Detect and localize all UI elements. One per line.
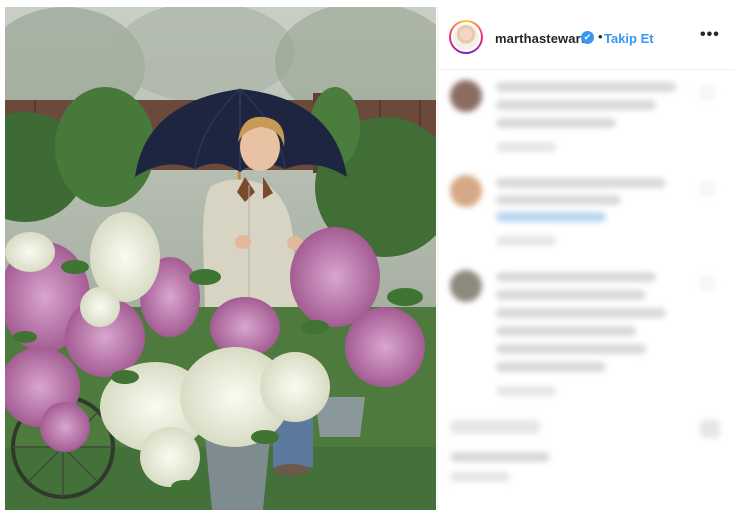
comment-placeholder <box>496 195 621 205</box>
username-link[interactable]: marthastewart <box>495 31 585 46</box>
comment-placeholder <box>496 326 636 336</box>
comment-placeholder <box>496 236 556 246</box>
comment-placeholder <box>496 290 646 300</box>
comment-avatar <box>450 80 482 112</box>
instagram-post-modal: marthastewart ✔ • Takip Et ••• <box>0 0 750 510</box>
avatar-image <box>453 24 479 50</box>
blurred-comments-area <box>438 70 734 510</box>
profile-avatar[interactable] <box>449 20 483 54</box>
like-heart-icon <box>700 276 714 290</box>
post-photo[interactable] <box>5 7 436 510</box>
post-side-panel: marthastewart ✔ • Takip Et ••• <box>437 7 734 510</box>
comment-placeholder <box>496 362 606 372</box>
date-placeholder <box>450 472 510 482</box>
separator-dot: • <box>598 29 603 44</box>
comment-avatar <box>450 175 482 207</box>
comment-avatar <box>450 270 482 302</box>
likes-placeholder <box>450 452 550 462</box>
comment-placeholder <box>496 344 646 354</box>
comment-placeholder <box>496 212 606 222</box>
action-icons-placeholder <box>450 420 540 434</box>
comment-placeholder <box>496 308 666 318</box>
comment-placeholder <box>496 272 656 282</box>
action-icons-placeholder <box>700 420 720 438</box>
more-options-icon[interactable]: ••• <box>700 26 720 44</box>
comment-placeholder <box>496 386 556 396</box>
verified-badge-icon: ✔ <box>581 31 594 44</box>
follow-button[interactable]: Takip Et <box>604 31 654 46</box>
like-heart-icon <box>700 182 714 196</box>
comment-placeholder <box>496 100 656 110</box>
comment-placeholder <box>496 82 676 92</box>
comment-placeholder <box>496 178 666 188</box>
post-header: marthastewart ✔ • Takip Et ••• <box>438 7 734 70</box>
like-heart-icon <box>700 86 714 100</box>
comment-placeholder <box>496 142 556 152</box>
comment-placeholder <box>496 118 616 128</box>
